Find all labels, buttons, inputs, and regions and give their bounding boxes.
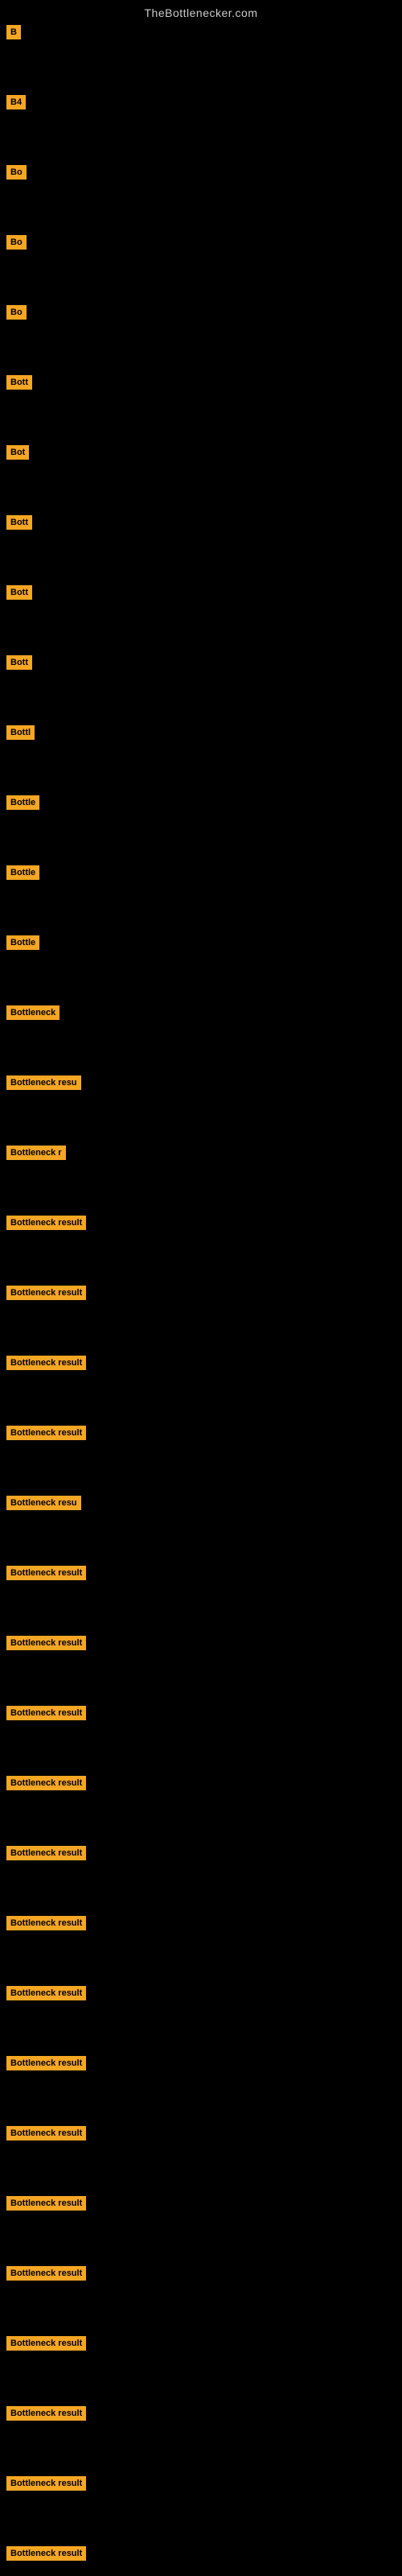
bottleneck-badge: Bottle — [6, 795, 39, 810]
bottleneck-badge: Bott — [6, 585, 32, 600]
badge-item: Bottleneck result — [6, 1915, 86, 1930]
badge-item: Bottle — [6, 865, 39, 880]
bottleneck-badge: Bottleneck result — [6, 1706, 86, 1720]
badge-item: Bottleneck result — [6, 1635, 86, 1650]
bottleneck-badge: Bottleneck — [6, 1005, 59, 1020]
bottleneck-badge: Bottleneck result — [6, 2056, 86, 2070]
badge-item: Bottleneck result — [6, 1845, 86, 1860]
bottleneck-badge: Bottleneck result — [6, 2196, 86, 2211]
badge-item: Bottleneck result — [6, 2335, 86, 2351]
badge-item: Bottleneck result — [6, 2125, 86, 2140]
badge-item: Bo — [6, 164, 27, 180]
badge-item: Bott — [6, 654, 32, 670]
bottleneck-badge: Bo — [6, 165, 27, 180]
badge-item: Bottleneck result — [6, 1285, 86, 1300]
badge-item: B — [6, 24, 21, 39]
badge-item: Bottleneck result — [6, 2545, 86, 2561]
bottleneck-badge: Bottleneck result — [6, 1426, 86, 1440]
bottleneck-badge: Bottleneck result — [6, 2546, 86, 2561]
badge-item: Bottleneck result — [6, 2475, 86, 2491]
badge-item: Bott — [6, 514, 32, 530]
badge-item: Bott — [6, 584, 32, 600]
badge-item: Bottleneck result — [6, 1985, 86, 2000]
bottleneck-badge: Bottleneck result — [6, 1846, 86, 1860]
badge-item: Bottl — [6, 724, 35, 740]
bottleneck-badge: Bot — [6, 445, 29, 460]
bottleneck-badge: Bott — [6, 655, 32, 670]
bottleneck-badge: Bottleneck result — [6, 1566, 86, 1580]
bottleneck-badge: Bottleneck result — [6, 1986, 86, 2000]
badge-item: Bottleneck result — [6, 1705, 86, 1720]
bottleneck-badge: Bottleneck result — [6, 1286, 86, 1300]
badge-item: Bottle — [6, 795, 39, 810]
badge-item: Bottleneck — [6, 1005, 59, 1020]
bottleneck-badge: B4 — [6, 95, 26, 109]
site-title: TheBottlenecker.com — [0, 0, 402, 23]
bottleneck-badge: Bottl — [6, 725, 35, 740]
bottleneck-badge: Bottleneck resu — [6, 1496, 81, 1510]
badge-item: Bottleneck result — [6, 1425, 86, 1440]
badge-item: Bottleneck result — [6, 1355, 86, 1370]
bottleneck-badge: Bo — [6, 235, 27, 250]
bottleneck-badge: Bottleneck result — [6, 2126, 86, 2140]
bottleneck-badge: Bottle — [6, 935, 39, 950]
badge-item: Bottleneck result — [6, 2195, 86, 2211]
badge-item: Bottle — [6, 935, 39, 950]
bottleneck-badge: B — [6, 25, 21, 39]
badge-item: B4 — [6, 94, 26, 109]
badge-item: Bot — [6, 444, 29, 460]
badge-item: Bottleneck result — [6, 1215, 86, 1230]
badge-item: Bottleneck result — [6, 1565, 86, 1580]
bottleneck-badge: Bottleneck result — [6, 1776, 86, 1790]
badge-item: Bottleneck resu — [6, 1075, 81, 1090]
badge-item: Bottleneck result — [6, 2265, 86, 2281]
bottleneck-badge: Bottleneck result — [6, 1916, 86, 1930]
bottleneck-badge: Bottleneck result — [6, 2406, 86, 2421]
bottleneck-badge: Bottleneck resu — [6, 1075, 81, 1090]
badge-item: Bo — [6, 304, 27, 320]
badge-item: Bottleneck result — [6, 2405, 86, 2421]
bottleneck-badge: Bottleneck result — [6, 1636, 86, 1650]
bottleneck-badge: Bott — [6, 375, 32, 390]
bottleneck-badge: Bottleneck result — [6, 2336, 86, 2351]
bottleneck-badge: Bottleneck r — [6, 1146, 66, 1160]
bottleneck-badge: Bottleneck result — [6, 2266, 86, 2281]
bottleneck-badge: Bo — [6, 305, 27, 320]
badge-item: Bottleneck resu — [6, 1495, 81, 1510]
badge-item: Bo — [6, 234, 27, 250]
bottleneck-badge: Bottleneck result — [6, 1216, 86, 1230]
bottleneck-badge: Bott — [6, 515, 32, 530]
badge-item: Bottleneck result — [6, 1775, 86, 1790]
bottleneck-badge: Bottle — [6, 865, 39, 880]
badge-item: Bottleneck r — [6, 1145, 66, 1160]
badge-item: Bottleneck result — [6, 2055, 86, 2070]
badge-item: Bott — [6, 374, 32, 390]
bottleneck-badge: Bottleneck result — [6, 1356, 86, 1370]
bottleneck-badge: Bottleneck result — [6, 2476, 86, 2491]
